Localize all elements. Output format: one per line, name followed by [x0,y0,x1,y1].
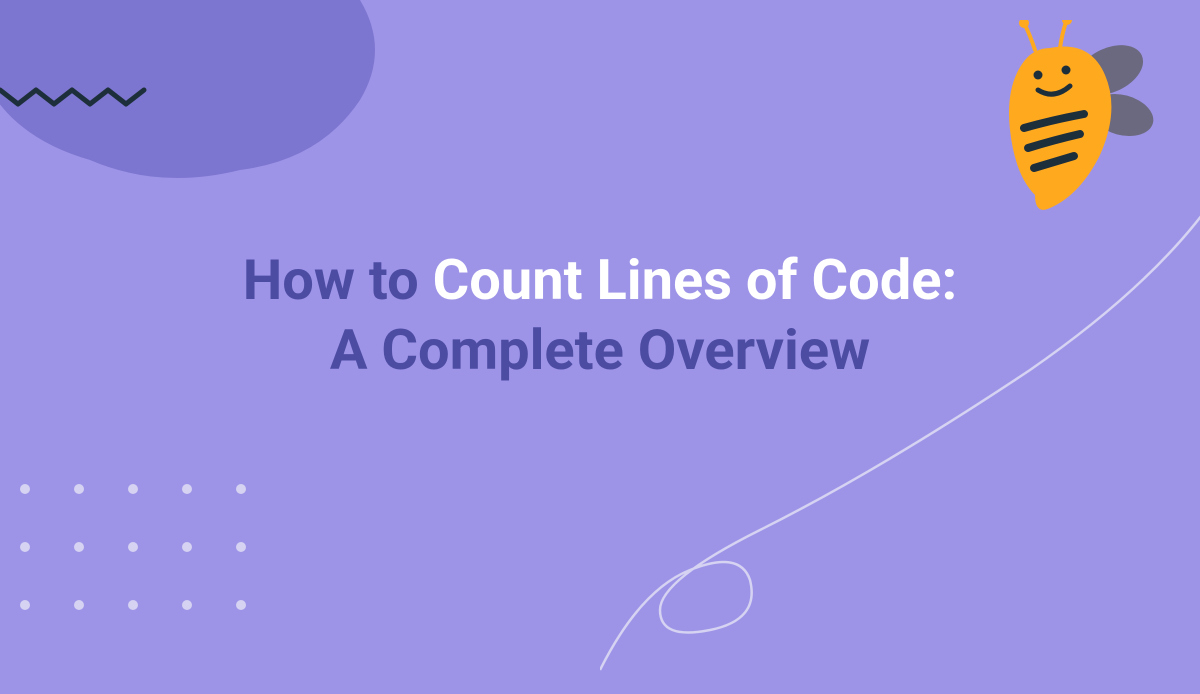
dot-grid-decoration [20,484,246,610]
title-part-2: Count Lines of Code: [433,247,958,313]
title-part-1: How to [243,247,433,313]
zigzag-icon [0,82,170,112]
page-title: How to Count Lines of Code: A Complete O… [220,245,980,385]
title-part-3: A Complete Overview [330,317,870,383]
